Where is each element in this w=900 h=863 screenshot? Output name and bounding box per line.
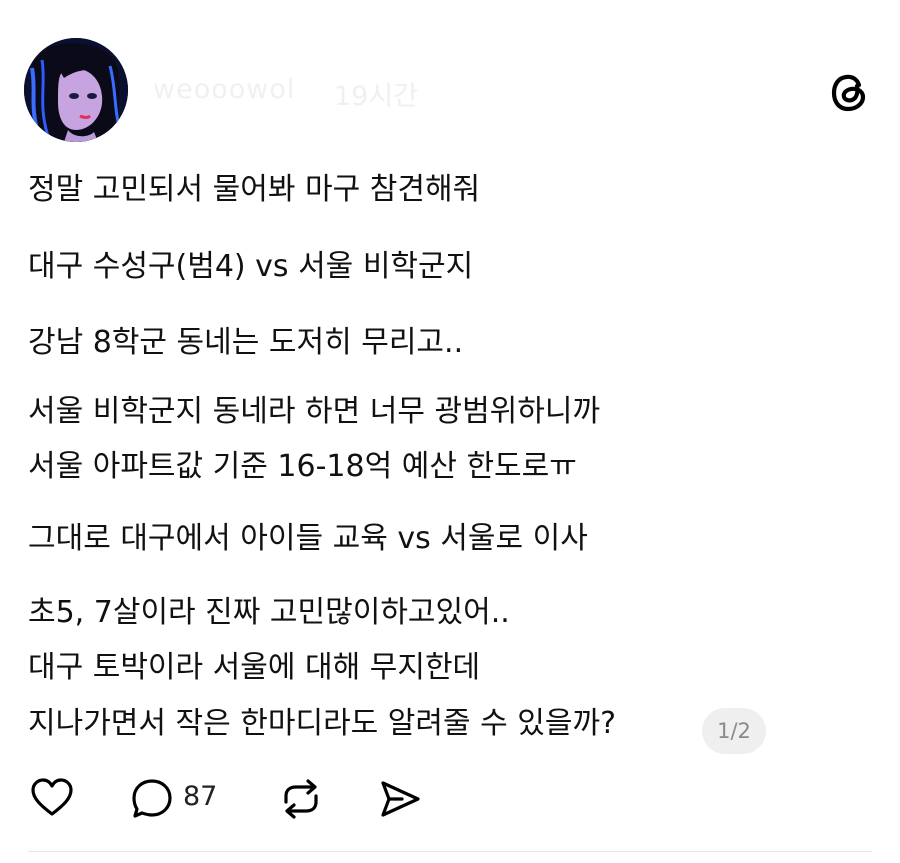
page-indicator: 1/2 — [702, 708, 766, 754]
post-header: weooowol 19시간 — [0, 0, 900, 150]
post-line-3: 강남 8학군 동네는 도저히 무리고.. — [28, 325, 464, 360]
post-line-1: 정말 고민되서 물어봐 마구 참견해줘 — [28, 172, 481, 207]
post-line-2: 대구 수성구(범4) vs 서울 비학군지 — [28, 249, 474, 284]
comment-count: 87 — [183, 781, 218, 812]
post-line-7: 초5, 7살이라 진짜 고민많이하고있어.. — [28, 595, 510, 630]
timestamp: 19시간 — [334, 81, 419, 112]
avatar-illustration — [24, 38, 128, 142]
threads-logo-icon[interactable] — [830, 72, 870, 114]
divider — [28, 851, 872, 852]
post-line-6: 그대로 대구에서 아이들 교육 vs 서울로 이사 — [28, 521, 588, 556]
username[interactable]: weooowol — [153, 74, 295, 105]
post-line-4: 서울 비학군지 동네라 하면 너무 광범위하니까 — [28, 394, 601, 429]
post-line-9: 지나가면서 작은 한마디라도 알려줄 수 있을까? — [28, 706, 617, 741]
avatar[interactable] — [24, 38, 128, 142]
share-icon[interactable] — [378, 778, 422, 824]
action-bar: 87 — [0, 770, 900, 830]
comment-icon[interactable] — [131, 778, 175, 824]
heart-icon[interactable] — [30, 778, 74, 822]
post-line-5: 서울 아파트값 기준 16-18억 예산 한도로ㅠ — [28, 449, 577, 484]
repost-icon[interactable] — [278, 778, 324, 824]
post-line-8: 대구 토박이라 서울에 대해 무지한데 — [28, 650, 481, 685]
